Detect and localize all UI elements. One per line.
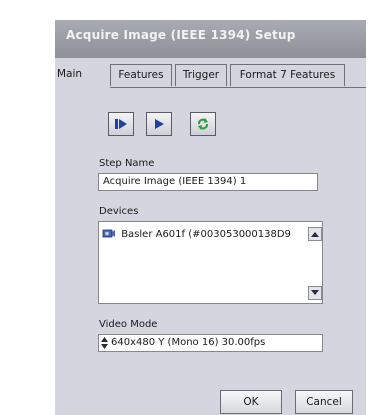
chevron-up-icon (311, 232, 319, 237)
tab-bar: Main Features Trigger Format 7 Features (55, 60, 366, 88)
tab-trigger[interactable]: Trigger (175, 64, 227, 86)
dialog-title: Acquire Image (IEEE 1394) Setup (66, 28, 296, 42)
step-name-label: Step Name (99, 158, 155, 169)
refresh-button[interactable] (190, 112, 216, 136)
step-name-input[interactable]: Acquire Image (IEEE 1394) 1 (98, 173, 318, 191)
play-button[interactable] (146, 112, 172, 136)
tab-main[interactable]: Main (55, 61, 95, 88)
run-step-button[interactable] (108, 112, 134, 136)
video-mode-value: 640x480 Y (Mono 16) 30.00fps (111, 337, 266, 348)
cancel-button[interactable]: Cancel (295, 390, 353, 414)
chevron-down-icon (311, 290, 319, 295)
devices-label: Devices (99, 206, 139, 217)
spin-arrows-icon (101, 337, 108, 349)
camera-icon (102, 229, 115, 238)
device-item-label: Basler A601f (#003053000138D9 (121, 229, 291, 240)
device-item[interactable]: Basler A601f (#003053000138D9 (102, 227, 291, 240)
ok-button[interactable]: OK (220, 390, 282, 414)
run-step-icon (115, 119, 127, 129)
play-icon (155, 119, 164, 129)
refresh-icon (198, 118, 208, 130)
devices-listbox[interactable]: Basler A601f (#003053000138D9 (98, 221, 323, 304)
title-bar: Acquire Image (IEEE 1394) Setup (55, 20, 366, 58)
tab-divider (110, 87, 366, 88)
video-mode-select[interactable]: 640x480 Y (Mono 16) 30.00fps (98, 334, 323, 352)
video-mode-label: Video Mode (99, 319, 158, 330)
scroll-up-button[interactable] (308, 227, 322, 241)
tab-features[interactable]: Features (110, 64, 172, 86)
tab-format7-features[interactable]: Format 7 Features (230, 64, 345, 86)
scroll-down-button[interactable] (308, 286, 322, 300)
screen: { "dialog": { "title": "Acquire Image (I… (0, 0, 374, 415)
setup-dialog: Acquire Image (IEEE 1394) Setup Main Fea… (55, 20, 366, 415)
